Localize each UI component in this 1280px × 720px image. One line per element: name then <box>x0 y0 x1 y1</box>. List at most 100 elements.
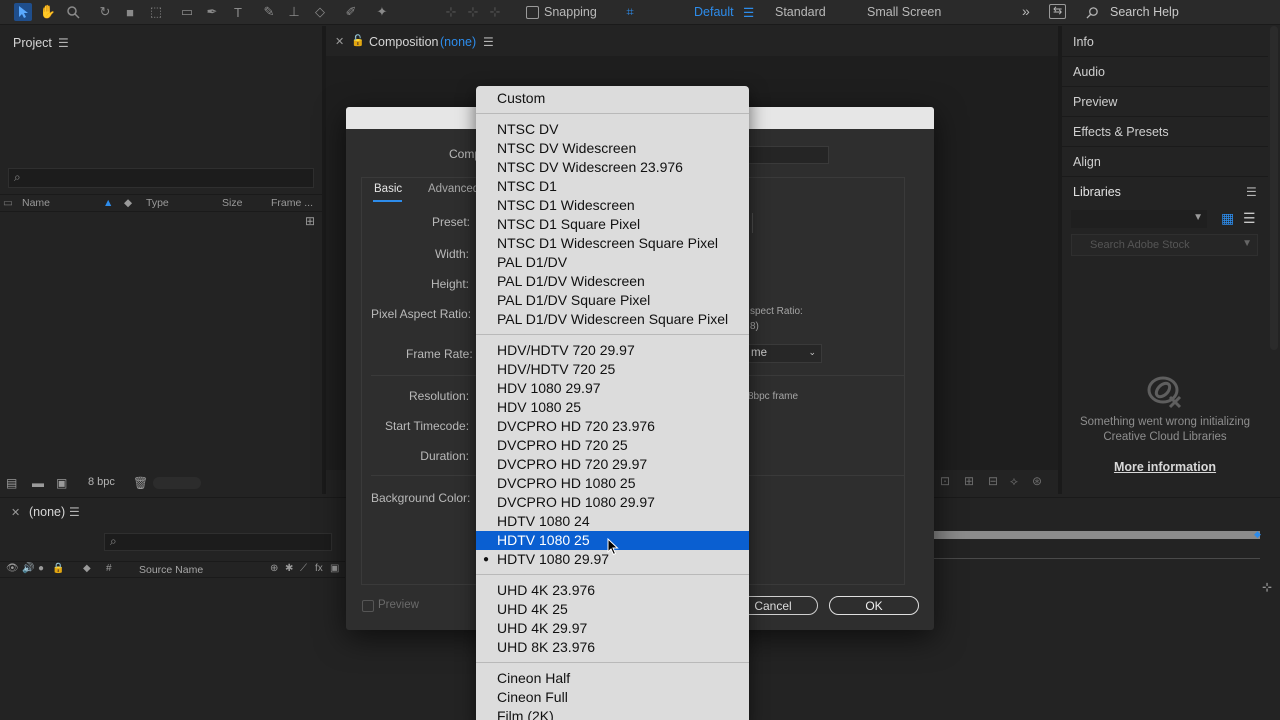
preset-menu-item[interactable]: HDV/HDTV 720 29.97 <box>476 341 749 360</box>
composition-name[interactable]: (none) <box>440 35 476 49</box>
solo-icon[interactable]: ● <box>38 563 44 574</box>
flowchart-icon[interactable]: ⊞ <box>305 214 315 228</box>
composition-name-input[interactable] <box>748 146 829 164</box>
work-area-bar[interactable] <box>934 531 1260 539</box>
rotate-tool-icon[interactable]: ↻ <box>96 3 114 21</box>
column-name[interactable]: Name <box>22 197 50 209</box>
roto-brush-tool-icon[interactable]: ✐ <box>342 3 360 21</box>
search-help-box[interactable]: Search Help <box>1080 2 1280 22</box>
collapse-switch-icon[interactable]: ✱ <box>285 563 293 574</box>
zoom-tool-icon[interactable] <box>64 3 82 21</box>
column-frame[interactable]: Frame ... <box>271 197 313 209</box>
ok-button[interactable]: OK <box>829 596 919 615</box>
preset-menu-item[interactable]: NTSC DV Widescreen <box>476 139 749 158</box>
preset-menu-item[interactable]: NTSC D1 Widescreen Square Pixel <box>476 234 749 253</box>
workspace-default[interactable]: Default <box>694 5 734 19</box>
region-icon[interactable]: ⊡ <box>940 474 950 488</box>
preset-menu-item[interactable]: HDV 1080 29.97 <box>476 379 749 398</box>
preset-menu-item[interactable]: DVCPRO HD 1080 25 <box>476 474 749 493</box>
eraser-tool-icon[interactable]: ◇ <box>311 3 329 21</box>
selection-tool-icon[interactable] <box>14 3 32 21</box>
timeline-title[interactable]: (none) <box>29 505 65 519</box>
workspace-standard[interactable]: Standard <box>775 5 826 19</box>
trash-icon[interactable]: 🗑 <box>133 476 148 490</box>
axis-local-icon[interactable]: ⊹ <box>442 3 460 21</box>
list-view-icon[interactable]: ☰ <box>1243 210 1256 227</box>
panel-scrollbar[interactable] <box>1270 26 1278 350</box>
bit-depth-button[interactable]: 8 bpc <box>88 476 115 488</box>
libraries-menu-icon[interactable]: ☰ <box>1246 185 1257 199</box>
more-information-link[interactable]: More information <box>1062 460 1268 474</box>
close-icon[interactable]: ✕ <box>11 506 20 519</box>
preset-menu-item[interactable]: Custom <box>476 89 749 108</box>
axis-view-icon[interactable]: ⊹ <box>486 3 504 21</box>
source-name-column[interactable]: Source Name <box>139 564 203 576</box>
column-size[interactable]: Size <box>222 197 242 209</box>
column-type[interactable]: Type <box>146 197 169 209</box>
preset-menu-item[interactable]: NTSC D1 Widescreen <box>476 196 749 215</box>
new-folder-icon[interactable]: ▬ <box>32 476 44 490</box>
workspace-toggle-icon[interactable]: ⇆ <box>1049 4 1067 19</box>
tab-basic[interactable]: Basic <box>374 183 402 195</box>
preset-menu-item[interactable]: DVCPRO HD 720 23.976 <box>476 417 749 436</box>
type-tool-icon[interactable]: T <box>229 3 247 21</box>
preset-menu-item[interactable]: DVCPRO HD 720 29.97 <box>476 455 749 474</box>
preset-menu-item[interactable]: PAL D1/DV Square Pixel <box>476 291 749 310</box>
axis-world-icon[interactable]: ⊹ <box>464 3 482 21</box>
libraries-panel-tab[interactable]: Libraries <box>1073 185 1121 199</box>
preset-menu-item[interactable]: HDV 1080 25 <box>476 398 749 417</box>
thumbnail-slider[interactable] <box>153 477 201 489</box>
preview-checkbox[interactable] <box>362 600 374 612</box>
lock-icon[interactable]: 🔒 <box>52 563 64 574</box>
snap-options-icon[interactable]: ⌗ <box>621 3 639 21</box>
project-search-input[interactable]: ⌕ <box>8 168 314 188</box>
timeline-search-input[interactable]: ⌕ <box>104 533 332 551</box>
preset-menu-item[interactable]: UHD 4K 29.97 <box>476 619 749 638</box>
project-panel-menu-icon[interactable]: ☰ <box>58 36 69 50</box>
puppet-pin-tool-icon[interactable]: ✦ <box>373 3 391 21</box>
preset-menu-item[interactable]: UHD 4K 23.976 <box>476 581 749 600</box>
tab-advanced[interactable]: Advanced <box>428 183 479 195</box>
preset-menu-item[interactable]: PAL D1/DV <box>476 253 749 272</box>
effect-switch-icon[interactable]: fx <box>315 563 323 574</box>
guides-icon[interactable]: ⟡ <box>1010 474 1018 489</box>
preset-menu-item[interactable]: PAL D1/DV Widescreen <box>476 272 749 291</box>
audio-switch-icon[interactable]: 🔊 <box>22 563 34 574</box>
frame-rate-select[interactable]: me ⌄ <box>748 344 822 363</box>
preset-menu-item[interactable]: Film (2K) <box>476 707 749 720</box>
hand-tool-icon[interactable]: ✋ <box>39 3 57 21</box>
shy-switch-icon[interactable]: ⊕ <box>270 563 278 574</box>
effects-presets-panel-tab[interactable]: Effects & Presets <box>1073 125 1169 139</box>
pan-behind-tool-icon[interactable]: ⬚ <box>147 3 165 21</box>
tag-icon[interactable]: ◆ <box>124 197 132 209</box>
preset-menu-item[interactable]: UHD 4K 25 <box>476 600 749 619</box>
adobe-stock-search-input[interactable]: Search Adobe Stock ▼ <box>1071 234 1258 256</box>
brush-tool-icon[interactable]: ✎ <box>260 3 278 21</box>
preset-menu-item[interactable]: PAL D1/DV Widescreen Square Pixel <box>476 310 749 329</box>
rectangle-tool-icon[interactable]: ▭ <box>178 3 196 21</box>
more-workspaces-icon[interactable]: » <box>1022 3 1030 19</box>
workspace-menu-icon[interactable]: ☰ <box>743 5 754 20</box>
grid-view-icon[interactable]: ▦ <box>1221 210 1234 227</box>
interpret-footage-icon[interactable]: ▤ <box>6 476 17 490</box>
close-icon[interactable]: ✕ <box>335 35 344 48</box>
workspace-small-screen[interactable]: Small Screen <box>867 5 941 19</box>
mask-visibility-icon[interactable]: ⊟ <box>988 474 998 488</box>
time-ruler[interactable] <box>934 543 1260 559</box>
preset-menu-item[interactable]: DVCPRO HD 1080 29.97 <box>476 493 749 512</box>
library-select[interactable]: ▼ <box>1071 210 1207 228</box>
composition-panel-menu-icon[interactable]: ☰ <box>483 35 494 49</box>
align-panel-tab[interactable]: Align <box>1073 155 1101 169</box>
audio-panel-tab[interactable]: Audio <box>1073 65 1105 79</box>
preset-menu-item[interactable]: Cineon Full <box>476 688 749 707</box>
camera-tool-icon[interactable]: ■ <box>121 3 139 21</box>
quality-switch-icon[interactable]: ⟋ <box>300 563 307 574</box>
label-icon[interactable]: ◆ <box>83 563 91 574</box>
new-composition-icon[interactable]: ▣ <box>56 476 67 490</box>
preset-menu-item[interactable]: NTSC D1 <box>476 177 749 196</box>
info-panel-tab[interactable]: Info <box>1073 35 1094 49</box>
video-switch-icon[interactable]: 👁 <box>6 563 19 574</box>
preset-menu-item[interactable]: UHD 8K 23.976 <box>476 638 749 657</box>
sort-ascending-icon[interactable]: ▲ <box>103 197 113 209</box>
preset-menu-item[interactable]: Cineon Half <box>476 669 749 688</box>
